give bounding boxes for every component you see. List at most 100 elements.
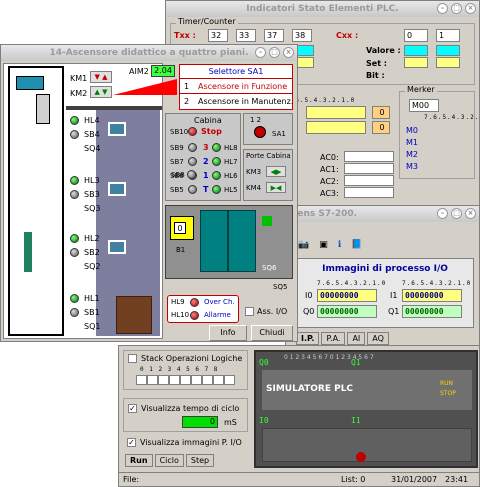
hl6-lamp: [212, 171, 221, 180]
tab-run[interactable]: Run: [125, 454, 153, 467]
tempo-checkbox[interactable]: ✓: [128, 404, 137, 413]
i1-bit-header: 7.6.5.4.3.2.1.0: [402, 280, 472, 287]
sq1-label: SQ1: [84, 322, 101, 331]
selettore-option-2[interactable]: 2 Ascensore in Manutenz.: [180, 94, 293, 109]
ac0-label: AC0:: [320, 153, 339, 162]
info-icon[interactable]: ℹ: [338, 240, 341, 250]
cabin-interior: 0 B1 SQ6: [165, 205, 293, 279]
sb5-button[interactable]: [188, 185, 197, 194]
stack-checkbox[interactable]: [128, 354, 137, 363]
allarme-label: Allarme: [204, 311, 231, 319]
i1-value: 00000000: [402, 289, 462, 302]
tempo-group: ✓ Visualizza tempo di ciclo 0 mS: [123, 398, 248, 432]
ac2-label: AC2:: [320, 177, 339, 186]
txx-select-1[interactable]: 32: [208, 29, 228, 42]
hl3-lamp: [70, 176, 79, 185]
maximize-button[interactable]: □: [269, 47, 280, 58]
selettore-panel: Selettore SA1 1 Ascensore in Funzione 2 …: [179, 64, 293, 110]
porte-panel: Porte Cabina KM3 ◀▶ KM4 ▶◀: [243, 149, 293, 201]
power-icon[interactable]: [356, 452, 366, 462]
tab-pa[interactable]: P.A.: [321, 332, 346, 345]
book-icon[interactable]: 📘: [351, 240, 362, 250]
selettore-option-1[interactable]: 1 Ascensore in Funzione: [180, 79, 292, 94]
immagini-panel: Immagini di processo I/O 7.6.5.4.3.2.1.0…: [296, 258, 474, 328]
sb8-button[interactable]: [187, 170, 196, 179]
cxx-select-1[interactable]: 0: [404, 29, 428, 42]
tab-ai[interactable]: AI: [347, 332, 366, 345]
hl7-label: HL7: [224, 158, 238, 166]
tempo-unit: mS: [224, 418, 237, 427]
red-indicator-triangle: [113, 79, 177, 95]
txx-select-2[interactable]: 33: [236, 29, 256, 42]
run-label: RUN: [440, 380, 454, 387]
i1-led-label: I1: [351, 416, 361, 425]
stop-button[interactable]: [188, 127, 197, 136]
sb3-button[interactable]: [70, 190, 79, 199]
merker-select[interactable]: M00: [409, 99, 439, 112]
file-label: File:: [123, 475, 140, 484]
km2-arrows: ▲ ▼: [90, 86, 112, 98]
tab-ip[interactable]: I.P.: [296, 332, 320, 345]
m2-label: M2: [406, 150, 418, 159]
sb5-label: SB5: [170, 186, 184, 194]
info-button[interactable]: Info: [209, 325, 247, 341]
hl9-lamp: [190, 298, 199, 307]
minimize-button[interactable]: –: [437, 208, 448, 219]
window-2: [108, 240, 126, 254]
ass-io-checkbox[interactable]: [245, 307, 254, 316]
txx-label: Txx :: [174, 31, 196, 40]
counter-set-cell-1: [404, 57, 428, 68]
camera-icon[interactable]: 📷: [298, 240, 309, 250]
maximize-button[interactable]: □: [451, 208, 462, 219]
selettore-option-2-num: 2: [184, 97, 190, 106]
cab-floor-3: 3: [203, 143, 209, 152]
close-button[interactable]: ×: [465, 3, 476, 14]
q1-value: 00000000: [402, 305, 462, 318]
floor-display-value: 0: [174, 222, 186, 234]
sa1-panel: 1 2 SA1: [243, 113, 293, 145]
sb10-label: SB10: [170, 128, 189, 136]
sb2-button[interactable]: [70, 248, 79, 257]
sb9-button[interactable]: [188, 143, 197, 152]
indicatori-title: Indicatori Stato Elementi PLC.: [246, 4, 399, 14]
chiudi-button[interactable]: Chiudi: [251, 325, 293, 341]
tab-ciclo[interactable]: Ciclo: [154, 454, 184, 467]
sb4-button[interactable]: [70, 130, 79, 139]
time-label: 23:41: [445, 475, 469, 484]
stop-label: STOP: [440, 390, 456, 397]
hl10-lamp: [190, 311, 199, 320]
txx-select-4[interactable]: 38: [292, 29, 312, 42]
sq2-label: SQ2: [84, 262, 101, 271]
ascensore-titlebar: 14-Ascensore didattico a quattro piani. …: [1, 45, 297, 61]
sb7-button[interactable]: [188, 157, 197, 166]
s7-toolbar: 📷 ▣ ℹ 📘: [298, 240, 362, 250]
ass-io-label: Ass. I/O: [257, 307, 288, 316]
monitor-icon[interactable]: ▣: [319, 240, 328, 250]
tab-step[interactable]: Step: [185, 454, 215, 467]
building-scene: KM1 ▼ ▲ KM2 ▲ ▼ HL4 SB4 SQ4 HL3 SB3 SQ3 …: [3, 63, 163, 339]
close-button[interactable]: ×: [465, 208, 476, 219]
hl7-lamp: [212, 157, 221, 166]
minimize-button[interactable]: –: [437, 3, 448, 14]
tab-aq[interactable]: AQ: [367, 332, 389, 345]
q1-led-label: Q1: [351, 358, 361, 367]
txx-select-3[interactable]: 37: [264, 29, 284, 42]
minimize-button[interactable]: –: [255, 47, 266, 58]
close-button[interactable]: ×: [283, 47, 294, 58]
maximize-button[interactable]: □: [451, 3, 462, 14]
sb1-button[interactable]: [70, 308, 79, 317]
porte-label: Porte Cabina: [246, 152, 291, 160]
immagini-checkbox[interactable]: ✓: [127, 438, 136, 447]
cxx-select-2[interactable]: 1: [436, 29, 460, 42]
m3-label: M3: [406, 162, 418, 171]
sb3-label: SB3: [84, 190, 100, 199]
sb8-label: SB8: [171, 171, 185, 179]
key-switch-icon[interactable]: [254, 126, 266, 138]
b1-label: B1: [176, 246, 186, 254]
km4-label: KM4: [246, 184, 262, 192]
hl2-label: HL2: [84, 234, 100, 243]
selettore-option-1-label: Ascensore in Funzione: [198, 82, 288, 91]
date-label: 31/01/2007: [391, 475, 438, 484]
plc-simulator-panel: Q0 0 1 2 3 4 5 6 7 0 1 2 3 4 5 6 7 Q1 SI…: [254, 350, 478, 468]
hl4-lamp: [70, 116, 79, 125]
